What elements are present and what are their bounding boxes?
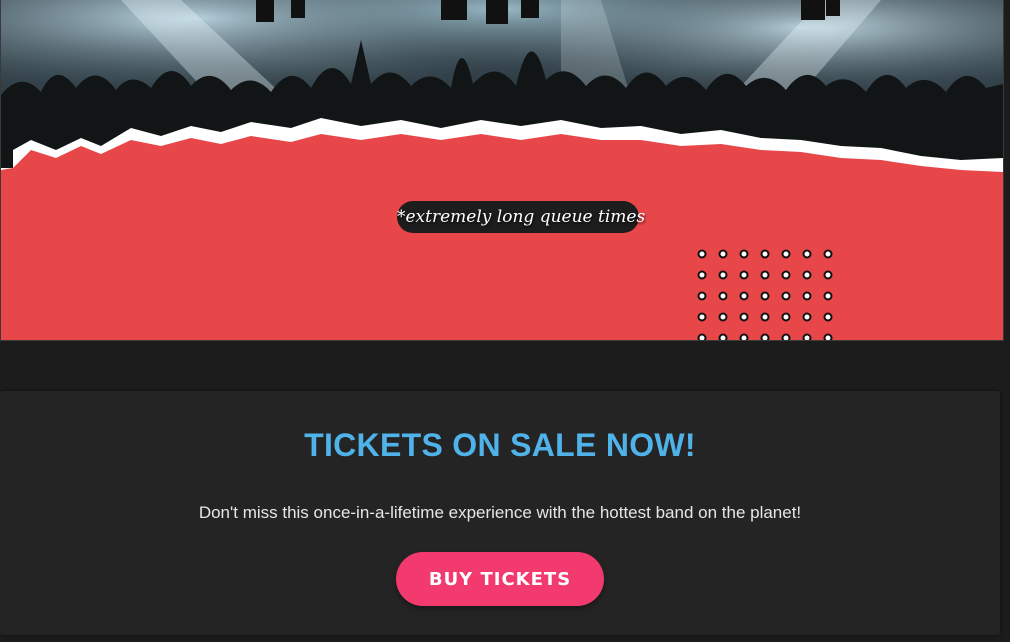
tickets-description: Don't miss this once-in-a-lifetime exper…: [198, 503, 802, 522]
tickets-heading: TICKETS ON SALE NOW!: [304, 427, 696, 463]
queue-time-note: *extremely long queue times: [397, 201, 645, 233]
concert-crowd-photo: [1, 0, 1003, 180]
hero-banner: *extremely long queue times: [0, 0, 1004, 341]
buy-tickets-button[interactable]: BUY TICKETS: [396, 552, 604, 606]
decorative-dot-grid: [697, 249, 833, 340]
tickets-section: TICKETS ON SALE NOW! Don't miss this onc…: [0, 391, 1000, 635]
